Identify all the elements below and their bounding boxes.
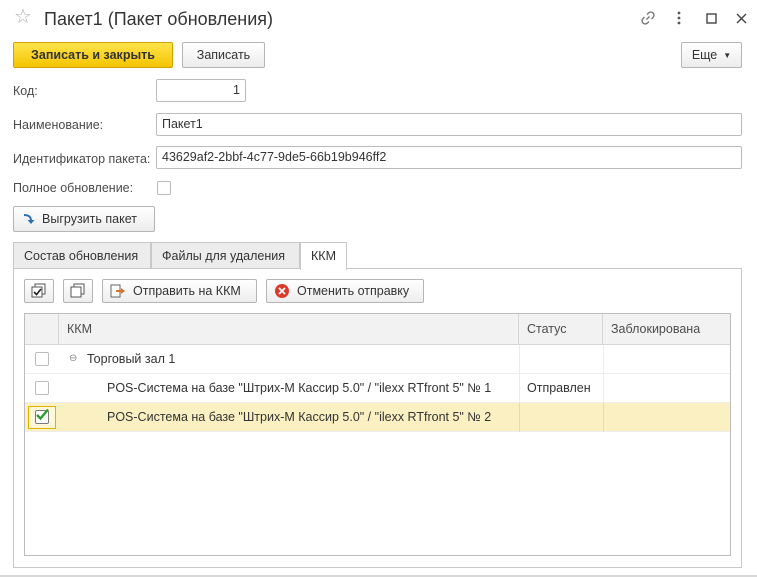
maximize-icon[interactable] bbox=[702, 9, 720, 27]
package-id-field[interactable]: 43629af2-2bbf-4c77-9de5-66b19b946ff2 bbox=[156, 146, 742, 169]
more-button-label: Еще bbox=[691, 48, 718, 62]
cancel-icon bbox=[275, 284, 289, 298]
package-id-label: Идентификатор пакета: bbox=[13, 152, 151, 166]
uncheck-all-icon bbox=[70, 283, 85, 298]
more-button[interactable]: Еще ▼ bbox=[681, 42, 742, 68]
column-header-status[interactable]: Статус bbox=[519, 314, 603, 345]
uncheck-all-button[interactable] bbox=[63, 279, 93, 303]
export-package-button[interactable]: Выгрузить пакет bbox=[13, 206, 155, 232]
column-separator bbox=[519, 374, 520, 403]
column-separator bbox=[603, 345, 604, 374]
name-label: Наименование: bbox=[13, 118, 104, 132]
check-all-icon bbox=[31, 283, 46, 298]
more-vertical-icon[interactable] bbox=[670, 9, 688, 27]
table-row[interactable]: POS-Система на базе "Штрих-М Кассир 5.0"… bbox=[25, 374, 730, 403]
table-row[interactable]: ⊖ Торговый зал 1 bbox=[25, 345, 730, 374]
row-checkbox[interactable] bbox=[35, 352, 49, 366]
column-separator bbox=[519, 403, 520, 432]
save-button[interactable]: Записать bbox=[182, 42, 265, 68]
send-icon bbox=[110, 284, 125, 298]
tab-update-content[interactable]: Состав обновления bbox=[13, 242, 151, 269]
send-to-kkm-button[interactable]: Отправить на ККМ bbox=[102, 279, 257, 303]
column-header-kkm[interactable]: ККМ bbox=[59, 314, 519, 345]
name-field[interactable]: Пакет1 bbox=[156, 113, 742, 136]
column-separator bbox=[519, 345, 520, 374]
code-field[interactable]: 1 bbox=[156, 79, 246, 102]
code-label: Код: bbox=[13, 84, 38, 98]
kkm-status bbox=[527, 403, 601, 432]
table-header: ККМ Статус Заблокирована bbox=[25, 314, 730, 345]
column-separator bbox=[603, 374, 604, 403]
cancel-sending-button[interactable]: Отменить отправку bbox=[266, 279, 424, 303]
collapse-icon[interactable]: ⊖ bbox=[69, 345, 77, 374]
column-header-locked[interactable]: Заблокирована bbox=[603, 314, 730, 345]
export-arrow-icon bbox=[22, 212, 36, 226]
full-update-label: Полное обновление: bbox=[13, 181, 134, 195]
close-icon[interactable] bbox=[732, 9, 750, 27]
chevron-down-icon: ▼ bbox=[723, 50, 732, 60]
tab-files-to-delete[interactable]: Файлы для удаления bbox=[151, 242, 300, 269]
checkmark-icon bbox=[36, 408, 49, 421]
row-checkbox[interactable] bbox=[35, 381, 49, 395]
send-to-kkm-label: Отправить на ККМ bbox=[133, 284, 241, 298]
kkm-table: ККМ Статус Заблокирована ⊖ Торговый зал … bbox=[24, 313, 731, 556]
title-bar: ☆ Пакет1 (Пакет обновления) bbox=[0, 0, 757, 38]
cancel-sending-label: Отменить отправку bbox=[297, 284, 410, 298]
table-row[interactable]: POS-Система на базе "Штрих-М Кассир 5.0"… bbox=[25, 403, 730, 432]
export-package-label: Выгрузить пакет bbox=[42, 212, 137, 226]
kkm-name: POS-Система на базе "Штрих-М Кассир 5.0"… bbox=[107, 381, 492, 395]
column-separator bbox=[603, 403, 604, 432]
star-icon[interactable]: ☆ bbox=[14, 7, 32, 27]
save-and-close-button[interactable]: Записать и закрыть bbox=[13, 42, 173, 68]
window-title: Пакет1 (Пакет обновления) bbox=[44, 9, 274, 29]
header-check-column bbox=[25, 314, 59, 345]
row-checkbox[interactable] bbox=[35, 408, 49, 424]
tab-kkm[interactable]: ККМ bbox=[300, 242, 347, 270]
kkm-name: POS-Система на базе "Штрих-М Кассир 5.0"… bbox=[107, 410, 492, 424]
link-icon[interactable] bbox=[639, 9, 657, 27]
kkm-status: Отправлен bbox=[527, 381, 591, 395]
full-update-checkbox[interactable] bbox=[157, 181, 171, 195]
group-name: Торговый зал 1 bbox=[87, 352, 176, 366]
check-all-button[interactable] bbox=[24, 279, 54, 303]
